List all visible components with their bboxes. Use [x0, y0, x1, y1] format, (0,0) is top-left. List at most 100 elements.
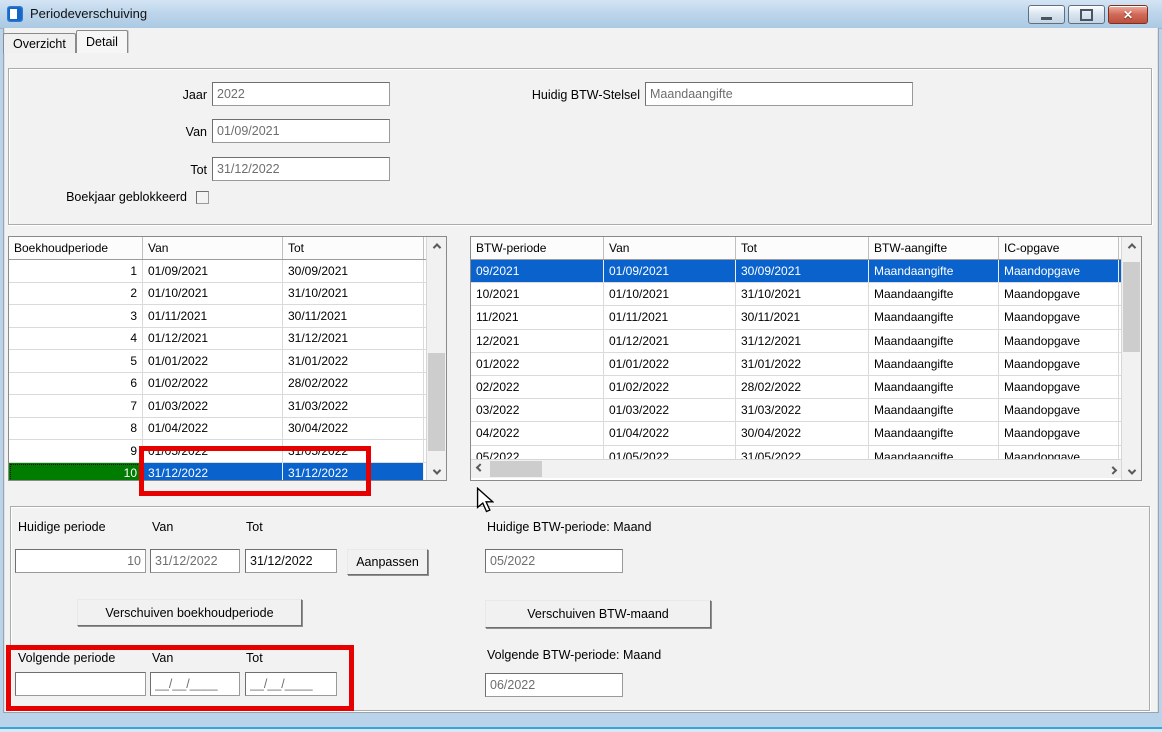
table-cell[interactable]: Maandaangifte: [869, 306, 999, 328]
scroll-down-button[interactable]: [427, 463, 446, 480]
table-cell[interactable]: 31/12/2021: [283, 328, 424, 350]
table-cell[interactable]: 01/03/2022: [604, 399, 736, 421]
table-row[interactable]: 201/10/202131/10/2021: [9, 283, 426, 306]
table-cell[interactable]: 31/05/2022: [736, 446, 869, 460]
tab-overzicht[interactable]: Overzicht: [3, 33, 76, 53]
table-cell[interactable]: 01/12/2021: [604, 330, 736, 352]
table-cell[interactable]: Maandaangifte: [869, 330, 999, 352]
table-cell[interactable]: 01/10/2021: [143, 283, 283, 305]
table-cell[interactable]: 01/04/2022: [143, 418, 283, 440]
table-cell[interactable]: Maandopgave: [999, 330, 1119, 352]
table-cell[interactable]: 8: [9, 418, 143, 440]
table-cell[interactable]: 01/11/2021: [143, 305, 283, 327]
table-cell[interactable]: 6: [9, 373, 143, 395]
table-row[interactable]: 501/01/202231/01/2022: [9, 350, 426, 373]
table-cell[interactable]: 30/09/2021: [283, 260, 424, 282]
table-cell[interactable]: 01/11/2021: [604, 306, 736, 328]
maximize-button[interactable]: [1068, 5, 1105, 24]
column-header[interactable]: BTW-aangifte: [869, 237, 999, 259]
table-cell[interactable]: Maandaangifte: [869, 376, 999, 398]
table-cell[interactable]: 12/2021: [471, 330, 604, 352]
volgende-van-input[interactable]: [150, 672, 240, 696]
table-cell[interactable]: 03/2022: [471, 399, 604, 421]
scroll-left-button[interactable]: [471, 460, 488, 478]
verschuiven-boekhoudperiode-button[interactable]: Verschuiven boekhoudperiode: [77, 599, 302, 626]
close-button[interactable]: ✕: [1108, 5, 1148, 24]
table-cell[interactable]: Maandaangifte: [869, 260, 999, 282]
table-cell[interactable]: 11/2021: [471, 306, 604, 328]
table-cell[interactable]: 01/05/2022: [143, 440, 283, 462]
table-row[interactable]: 901/05/202231/05/2022: [9, 440, 426, 463]
table-row[interactable]: 11/202101/11/202130/11/2021Maandaangifte…: [471, 306, 1121, 329]
table-cell[interactable]: Maandaangifte: [869, 353, 999, 375]
table-cell[interactable]: Maandopgave: [999, 446, 1119, 460]
table-row[interactable]: 701/03/202231/03/2022: [9, 395, 426, 418]
scroll-up-button[interactable]: [427, 237, 446, 254]
table-cell[interactable]: 01/09/2021: [604, 260, 736, 282]
table-cell[interactable]: 31/03/2022: [283, 395, 424, 417]
table-cell[interactable]: 2: [9, 283, 143, 305]
scroll-down-button[interactable]: [1122, 463, 1141, 480]
table-cell[interactable]: 28/02/2022: [283, 373, 424, 395]
table-cell[interactable]: Maandaangifte: [869, 446, 999, 460]
column-header[interactable]: IC-opgave: [999, 237, 1119, 259]
table-cell[interactable]: 01/02/2022: [604, 376, 736, 398]
table-cell[interactable]: 30/11/2021: [736, 306, 869, 328]
table-cell[interactable]: Maandopgave: [999, 399, 1119, 421]
table-cell[interactable]: 31/12/2022: [143, 463, 283, 481]
table-cell[interactable]: 01/10/2021: [604, 283, 736, 305]
column-header[interactable]: Tot: [283, 237, 424, 259]
table-cell[interactable]: Maandopgave: [999, 353, 1119, 375]
table-cell[interactable]: Maandopgave: [999, 283, 1119, 305]
scrollbar-thumb[interactable]: [490, 461, 542, 477]
column-header[interactable]: BTW-periode: [471, 237, 604, 259]
table-cell[interactable]: 04/2022: [471, 422, 604, 444]
table-cell[interactable]: 01/03/2022: [143, 395, 283, 417]
table-cell[interactable]: 30/11/2021: [283, 305, 424, 327]
table-row[interactable]: 03/202201/03/202231/03/2022Maandaangifte…: [471, 399, 1121, 422]
table-cell[interactable]: Maandopgave: [999, 306, 1119, 328]
column-header[interactable]: Tot: [736, 237, 869, 259]
table-cell[interactable]: 30/04/2022: [283, 418, 424, 440]
tab-detail[interactable]: Detail: [76, 30, 128, 53]
table-cell[interactable]: 10: [9, 463, 143, 481]
table-cell[interactable]: 02/2022: [471, 376, 604, 398]
table-row[interactable]: 601/02/202228/02/2022: [9, 373, 426, 396]
table-cell[interactable]: 01/01/2022: [143, 350, 283, 372]
table-cell[interactable]: 09/2021: [471, 260, 604, 282]
table-cell[interactable]: 5: [9, 350, 143, 372]
table-row[interactable]: 12/202101/12/202131/12/2021Maandaangifte…: [471, 330, 1121, 353]
table-cell[interactable]: 31/12/2022: [283, 463, 424, 481]
table-cell[interactable]: 01/05/2022: [604, 446, 736, 460]
table-cell[interactable]: 31/05/2022: [283, 440, 424, 462]
table-cell[interactable]: 9: [9, 440, 143, 462]
table-cell[interactable]: 30/09/2021: [736, 260, 869, 282]
table-cell[interactable]: Maandopgave: [999, 260, 1119, 282]
table-row[interactable]: 301/11/202130/11/2021: [9, 305, 426, 328]
table-cell[interactable]: 01/04/2022: [604, 422, 736, 444]
scroll-right-button[interactable]: [1104, 460, 1121, 478]
table-cell[interactable]: 7: [9, 395, 143, 417]
table-row[interactable]: 801/04/202230/04/2022: [9, 418, 426, 441]
table-row[interactable]: 101/09/202130/09/2021: [9, 260, 426, 283]
scroll-up-button[interactable]: [1122, 237, 1141, 254]
table-cell[interactable]: 10/2021: [471, 283, 604, 305]
huidige-tot-input[interactable]: [245, 549, 337, 573]
column-header[interactable]: Boekhoudperiode: [9, 237, 143, 259]
table-cell[interactable]: 01/2022: [471, 353, 604, 375]
table-cell[interactable]: 31/10/2021: [283, 283, 424, 305]
table-row[interactable]: 401/12/202131/12/2021: [9, 328, 426, 351]
aanpassen-button[interactable]: Aanpassen: [347, 549, 428, 575]
table-cell[interactable]: 31/01/2022: [283, 350, 424, 372]
table-cell[interactable]: Maandaangifte: [869, 283, 999, 305]
table-cell[interactable]: 01/09/2021: [143, 260, 283, 282]
scrollbar-thumb[interactable]: [428, 353, 445, 451]
table-cell[interactable]: 3: [9, 305, 143, 327]
table-row[interactable]: 1031/12/202231/12/2022: [9, 463, 426, 481]
boekhoudperiode-vertical-scrollbar[interactable]: [426, 237, 446, 480]
table-cell[interactable]: Maandaangifte: [869, 422, 999, 444]
table-cell[interactable]: 1: [9, 260, 143, 282]
table-row[interactable]: 10/202101/10/202131/10/2021Maandaangifte…: [471, 283, 1121, 306]
table-row[interactable]: 02/202201/02/202228/02/2022Maandaangifte…: [471, 376, 1121, 399]
table-cell[interactable]: 31/01/2022: [736, 353, 869, 375]
